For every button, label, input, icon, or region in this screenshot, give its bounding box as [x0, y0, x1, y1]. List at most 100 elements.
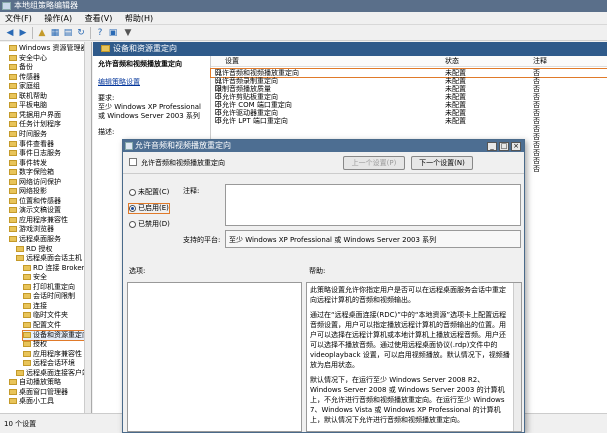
col-state[interactable]: 状态 [445, 56, 459, 67]
tree-item[interactable]: 时间服务 [9, 130, 47, 139]
maximize-icon[interactable]: □ [499, 142, 509, 151]
menu-action[interactable]: 操作(A) [39, 12, 77, 25]
row-state: 未配置 [445, 69, 466, 77]
tree-item[interactable]: 自动播放策略 [9, 378, 61, 387]
table-row[interactable]: 不允许 LPT 端口重定向 未配置 否 [211, 117, 607, 125]
radio-enabled[interactable]: 已启用(E) [128, 203, 170, 214]
ext-edit-policy-link[interactable]: 编辑策略设置 [98, 77, 205, 87]
right-pane-header: 设备和资源重定向 [93, 42, 607, 56]
folder-icon [9, 64, 17, 71]
tree-item[interactable]: 事件日志服务 [9, 149, 61, 158]
row-note: 否 [533, 149, 540, 157]
col-setting[interactable]: 设置 [225, 56, 239, 67]
radio-circle [129, 188, 136, 196]
tree-item[interactable]: 授权 [23, 340, 47, 349]
tree-item-label: 临时文件夹 [33, 311, 68, 320]
filter-icon[interactable]: ▼ [122, 27, 134, 39]
tree-item[interactable]: 备份 [9, 63, 33, 72]
tree-item-label: 应用程序兼容性 [33, 349, 82, 358]
previous-setting-button[interactable]: 上一个设置(P) [343, 156, 405, 170]
tree-item[interactable]: 位置和传感器 [9, 197, 61, 206]
tree-item-label: RD 授权 [26, 244, 53, 253]
table-row[interactable]: 否 [211, 125, 607, 133]
close-icon[interactable]: × [511, 142, 521, 151]
next-setting-button[interactable]: 下一个设置(N) [411, 156, 473, 170]
help-icon[interactable]: ? [94, 27, 106, 39]
folder-icon [9, 83, 17, 90]
folder-icon [9, 236, 17, 242]
tree-scrollbar[interactable] [84, 42, 91, 413]
tree-item[interactable]: 应用程序兼容性 [9, 216, 68, 225]
tree-item[interactable]: 配置文件 [23, 321, 61, 330]
tree-item-label: 应用程序兼容性 [19, 215, 68, 224]
row-setting: 不允许剪贴板重定向 [215, 93, 278, 101]
menu-help[interactable]: 帮助(H) [120, 12, 158, 25]
folder-icon [9, 398, 17, 405]
comment-textarea[interactable] [225, 184, 521, 226]
show-tree-icon[interactable]: ▦ [49, 27, 61, 39]
tree-item-label: 网络访问保护 [19, 177, 61, 186]
tree-item[interactable]: 桌面窗口管理器 [9, 388, 68, 397]
table-row[interactable]: 允许音频和视频播放重定向 未配置 否 [210, 68, 607, 78]
table-row[interactable]: 限制音频播放质量 未配置 否 [211, 85, 607, 93]
tree-item[interactable]: 设备和资源重定向 [22, 329, 90, 341]
refresh-icon[interactable]: ↻ [75, 27, 87, 39]
ext-requirements: 要求: 至少 Windows XP Professional 或 Windows… [98, 94, 202, 120]
table-row[interactable]: 不允许剪贴板重定向 未配置 否 [211, 93, 607, 101]
folder-icon [9, 140, 17, 147]
properties-icon[interactable]: ▣ [107, 27, 119, 39]
tree-item[interactable]: 数字保险箱 [9, 168, 54, 177]
tree-item[interactable]: 远程桌面连接客户端 [16, 369, 89, 378]
tree-item[interactable]: 任务计划程序 [9, 120, 61, 129]
tree-item[interactable]: 联机帮助 [9, 92, 47, 101]
row-setting: 不允许驱动器重定向 [215, 109, 278, 117]
col-note[interactable]: 注释 [533, 56, 547, 67]
table-row[interactable]: 不允许驱动器重定向 未配置 否 [211, 109, 607, 117]
tree-item-label: 家庭组 [19, 82, 40, 91]
folder-icon [23, 312, 31, 319]
tree-item[interactable]: 安全中心 [9, 54, 47, 63]
tree-item[interactable]: 临时文件夹 [23, 311, 68, 320]
tree-item[interactable]: 传感器 [9, 73, 40, 82]
forward-arrow-icon[interactable]: ▶ [17, 27, 29, 39]
menu-view[interactable]: 查看(V) [80, 12, 118, 25]
row-state: 未配置 [445, 109, 466, 117]
tree-item[interactable]: 应用程序兼容性 [23, 350, 82, 359]
tree-item[interactable]: 远程桌面会话主机 [16, 254, 82, 263]
tree-item[interactable]: 家庭组 [9, 82, 40, 91]
tree-item[interactable]: 网络投影 [9, 187, 47, 196]
tree-item[interactable]: 安全 [23, 273, 47, 282]
tree-item[interactable]: 演示文稿设置 [9, 206, 61, 215]
row-note: 否 [533, 85, 540, 93]
export-list-icon[interactable]: ▤ [62, 27, 74, 39]
radio-disabled[interactable]: 已禁用(D) [129, 220, 170, 229]
tree-item[interactable]: 网络访问保护 [9, 178, 61, 187]
up-folder-icon[interactable]: ▲ [36, 27, 48, 39]
tree-item-label: 演示文稿设置 [19, 206, 61, 215]
radio-not-configured[interactable]: 未配置(C) [129, 188, 169, 197]
tree-item[interactable]: 会话时间限制 [23, 292, 75, 301]
table-row[interactable]: 不允许 COM 端口重定向 未配置 否 [211, 101, 607, 109]
tree-item[interactable]: 桌面小工具 [9, 397, 54, 406]
tree-item[interactable]: 事件转发 [9, 159, 47, 168]
options-label: 选项: [129, 267, 146, 275]
tree-item[interactable]: 打印机重定向 [23, 283, 75, 292]
tree-item[interactable]: RD 连接 Broker [23, 264, 85, 273]
tree-item[interactable]: 平板电脑 [9, 101, 47, 110]
tree-item[interactable]: 连接 [23, 302, 47, 311]
tree-item-label: 安全中心 [19, 53, 47, 62]
tree-item[interactable]: 事件查看器 [9, 140, 54, 149]
tree-item-label: 桌面小工具 [19, 397, 54, 406]
tree-item[interactable]: RD 授权 [16, 245, 52, 254]
table-row[interactable]: 允许音频录制重定向 未配置 否 [211, 77, 607, 85]
tree-item[interactable]: Windows 资源管理器 [9, 44, 87, 53]
back-arrow-icon[interactable]: ◀ [4, 27, 16, 39]
tree-item[interactable]: 凭据用户界面 [9, 111, 61, 120]
minimize-icon[interactable]: _ [487, 142, 497, 151]
help-scrollbar[interactable] [513, 283, 521, 431]
tree-item[interactable]: 远程会话环境 [23, 359, 75, 368]
tree-item[interactable]: 游戏浏览器 [9, 225, 54, 234]
tree-item[interactable]: 远程桌面服务 [9, 235, 61, 244]
menu-file[interactable]: 文件(F) [0, 12, 37, 25]
help-label: 帮助: [309, 267, 326, 275]
